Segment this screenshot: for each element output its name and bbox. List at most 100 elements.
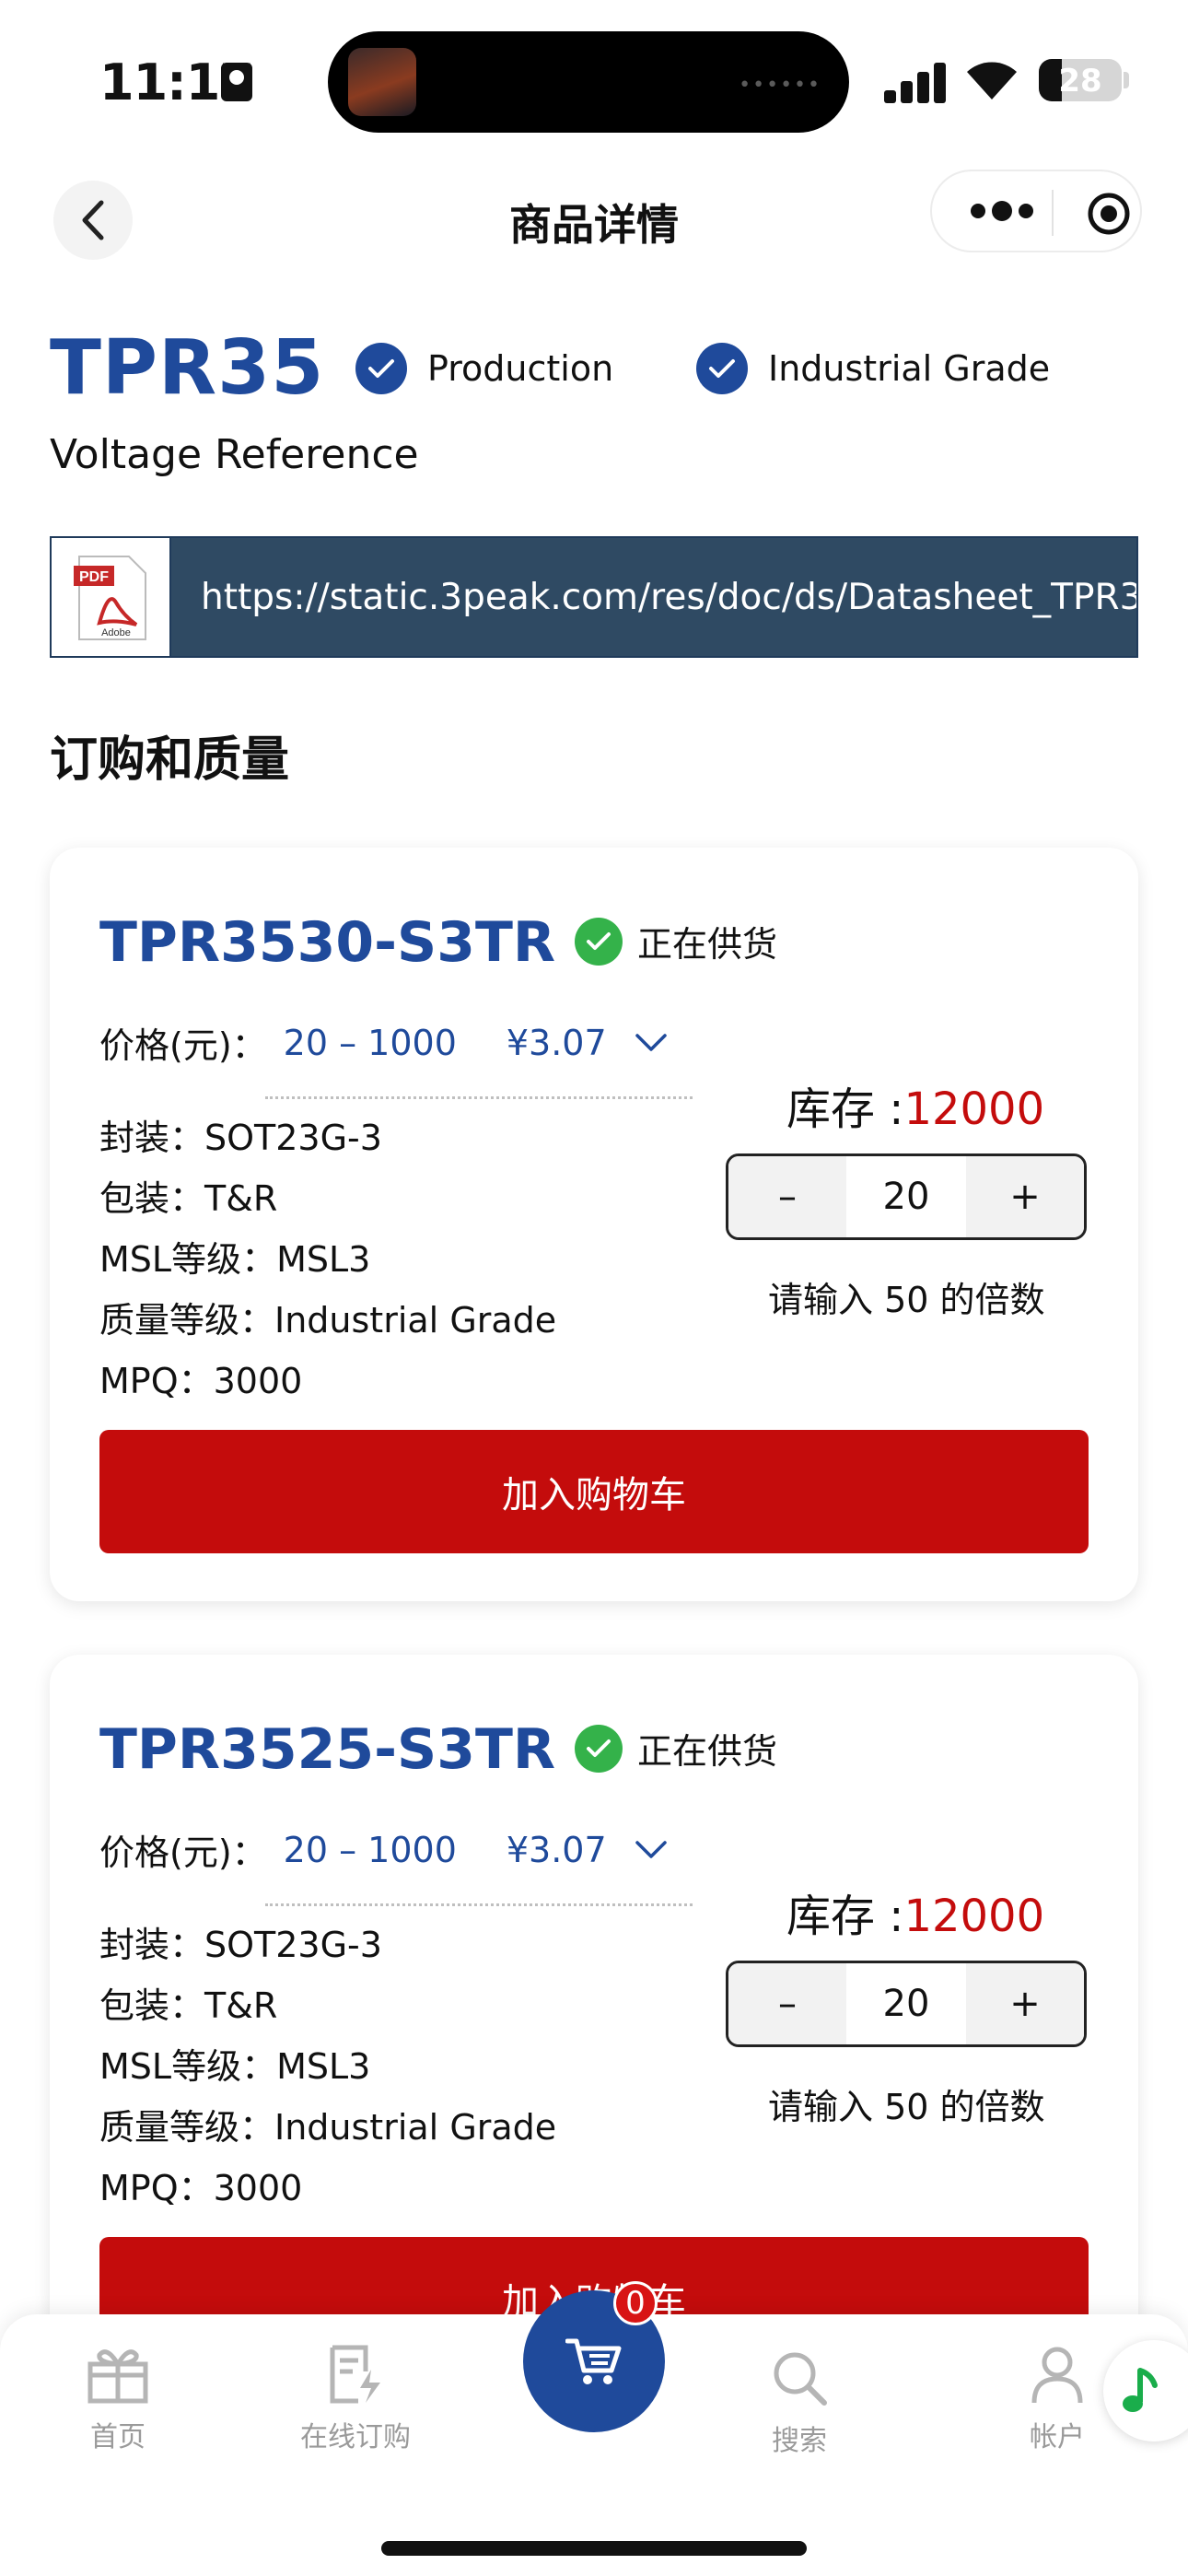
cart-icon	[565, 2338, 622, 2384]
check-circle-icon	[575, 917, 623, 966]
badge-industrial-grade: Industrial Grade	[696, 343, 1050, 394]
spec-value: SOT23G-3	[204, 1925, 382, 1965]
spec-mpq: MPQ：3000	[99, 1352, 302, 1403]
section-title: 订购和质量	[50, 732, 290, 788]
check-circle-icon	[355, 343, 407, 394]
check-circle-icon	[696, 343, 748, 394]
decrement-button[interactable]: –	[728, 1156, 846, 1237]
supply-status: 正在供货	[575, 1723, 777, 1774]
dotted-divider	[265, 1903, 693, 1906]
spec-value: MSL3	[276, 2046, 371, 2087]
spec-packing: 包装：T&R	[99, 1977, 277, 2028]
spec-label: MPQ：	[99, 2168, 214, 2208]
cellular-signal-icon	[884, 61, 947, 103]
price-selector[interactable]: 价格(元)： 20 – 1000 ¥3.07	[99, 1824, 668, 1875]
tab-label: 搜索	[772, 2425, 827, 2457]
wifi-icon	[967, 62, 1017, 100]
spec-value: T&R	[204, 1985, 278, 2026]
spec-label: 包装：	[99, 1178, 205, 1219]
spec-grade: 质量等级：Industrial Grade	[99, 1292, 556, 1342]
chevron-down-icon	[635, 1033, 667, 1051]
unit-price: ¥3.07	[506, 1022, 607, 1063]
dotted-divider	[265, 1096, 693, 1099]
spec-value: T&R	[204, 1178, 278, 1219]
spec-value: SOT23G-3	[204, 1118, 382, 1158]
decrement-button[interactable]: –	[728, 1963, 846, 2044]
price-label: 价格(元)：	[99, 1025, 267, 1066]
spec-mpq: MPQ：3000	[99, 2160, 302, 2210]
price-range: 20 – 1000	[283, 1829, 457, 1870]
price-label: 价格(元)：	[99, 1832, 267, 1873]
datasheet-link[interactable]: PDF Adobe https://static.3peak.com/res/d…	[50, 536, 1138, 658]
spec-grade: 质量等级：Industrial Grade	[99, 2099, 556, 2149]
audio-waveform-icon: ••••••	[739, 74, 821, 97]
spec-label: 封装：	[99, 1925, 205, 1965]
datasheet-url: https://static.3peak.com/res/doc/ds/Data…	[201, 577, 1138, 618]
spec-value: MSL3	[276, 1239, 371, 1280]
home-indicator	[381, 2541, 807, 2556]
price-selector[interactable]: 价格(元)： 20 – 1000 ¥3.07	[99, 1017, 668, 1068]
spec-package: 封装：SOT23G-3	[99, 1916, 382, 1967]
tab-online-order[interactable]: 在线订购	[273, 2344, 438, 2454]
add-to-cart-button[interactable]: 加入购物车	[99, 1430, 1089, 1553]
contact-card-icon	[221, 63, 252, 101]
gift-icon	[87, 2349, 148, 2404]
stock-label: 库存 :	[786, 1083, 904, 1135]
supply-status: 正在供货	[575, 916, 777, 966]
spec-package: 封装：SOT23G-3	[99, 1109, 382, 1160]
spec-label: 封装：	[99, 1118, 205, 1158]
quantity-input[interactable]: 20	[846, 1963, 966, 2044]
increment-button[interactable]: +	[966, 1156, 1084, 1237]
battery-icon: 28	[1039, 59, 1122, 101]
quantity-input[interactable]: 20	[846, 1156, 966, 1237]
spec-label: MSL等级：	[99, 2046, 277, 2087]
check-circle-icon	[575, 1724, 623, 1773]
part-number: TPR3525-S3TR	[99, 1717, 556, 1782]
tab-label: 帐户	[1030, 2421, 1085, 2453]
spec-label: 包装：	[99, 1985, 205, 2026]
miniprogram-capsule	[930, 170, 1142, 252]
spec-label: 质量等级：	[99, 1300, 275, 1341]
tab-label: 首页	[90, 2421, 146, 2453]
stock-count: 12000	[903, 1891, 1045, 1942]
supply-status-label: 正在供货	[637, 924, 778, 965]
user-icon	[1031, 2347, 1083, 2404]
tab-label: 在线订购	[300, 2421, 411, 2453]
quantity-hint: 请输入 50 的倍数	[768, 2087, 1045, 2127]
dynamic-island[interactable]: ••••••	[328, 31, 849, 133]
product-model: TPR35	[50, 324, 325, 412]
chevron-down-icon	[635, 1840, 667, 1858]
spec-packing: 包装：T&R	[99, 1170, 277, 1221]
svg-text:PDF: PDF	[79, 569, 109, 585]
spec-value: Industrial Grade	[274, 1300, 557, 1341]
quantity-stepper: – 20 +	[726, 1153, 1087, 1240]
status-bar: 11:17 •••••• 28	[0, 0, 1188, 157]
cart-count-badge: 0	[613, 2281, 658, 2325]
close-miniprogram-icon[interactable]	[1087, 192, 1131, 236]
spec-label: MSL等级：	[99, 1239, 277, 1280]
order-icon	[330, 2345, 380, 2404]
stock-info: 库存 :12000	[786, 1879, 1044, 1944]
more-icon[interactable]	[965, 188, 1039, 234]
product-card: TPR3530-S3TR 正在供货 价格(元)： 20 – 1000 ¥3.07…	[50, 848, 1138, 1601]
supply-status-label: 正在供货	[637, 1731, 778, 1772]
now-playing-artwork	[348, 48, 416, 116]
spec-value: Industrial Grade	[274, 2107, 557, 2148]
tab-search[interactable]: 搜索	[716, 2348, 882, 2458]
badge-production: Production	[355, 343, 613, 394]
battery-percent: 28	[1058, 63, 1102, 100]
spec-msl: MSL等级：MSL3	[99, 1231, 370, 1282]
quantity-stepper: – 20 +	[726, 1961, 1087, 2047]
battery-tip	[1124, 72, 1129, 88]
badge-label: Industrial Grade	[768, 348, 1051, 389]
part-number: TPR3530-S3TR	[99, 910, 556, 975]
increment-button[interactable]: +	[966, 1963, 1084, 2044]
price-range: 20 – 1000	[283, 1022, 457, 1063]
quantity-hint: 请输入 50 的倍数	[768, 1280, 1045, 1320]
tab-home[interactable]: 首页	[35, 2344, 201, 2454]
stock-count: 12000	[903, 1083, 1045, 1135]
spec-label: 质量等级：	[99, 2107, 275, 2148]
pdf-icon: PDF Adobe	[52, 538, 171, 656]
spec-label: MPQ：	[99, 1361, 214, 1401]
search-icon	[774, 2352, 827, 2406]
